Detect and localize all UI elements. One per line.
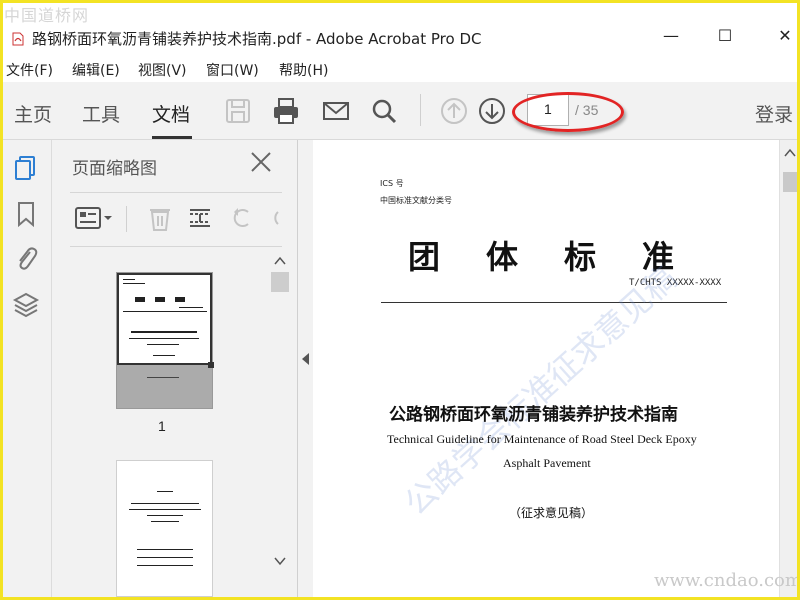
- doc-draft-label: （征求意见稿）: [509, 506, 594, 520]
- document-scroll-thumb[interactable]: [783, 172, 797, 192]
- bookmark-icon[interactable]: [12, 200, 40, 228]
- tab-tools[interactable]: 工具: [82, 100, 120, 127]
- doc-watermark: 公路学会标准征求意见稿: [397, 258, 685, 523]
- scroll-up-icon[interactable]: [784, 148, 796, 158]
- toolbar: 主页 工具 文档 1 / 35 登录: [0, 82, 800, 140]
- doc-title-english-line1: Technical Guideline for Maintenance of R…: [387, 432, 697, 446]
- collapse-arrow-icon[interactable]: [301, 352, 310, 366]
- maximize-button[interactable]: ☐: [710, 26, 740, 45]
- doc-title-english-line2: Asphalt Pavement: [503, 456, 591, 470]
- minimize-button[interactable]: —: [656, 26, 686, 45]
- pane-separator-2: [70, 246, 282, 247]
- active-tab-indicator: [152, 136, 192, 139]
- pane-separator: [70, 192, 282, 193]
- thumbnail-list: 1: [52, 248, 272, 600]
- save-icon[interactable]: [223, 96, 253, 126]
- page-thumbnail-1[interactable]: [116, 272, 214, 409]
- visible-area-box: [117, 273, 212, 365]
- document-scrollbar[interactable]: [779, 140, 800, 600]
- thumbnail-scrollbar[interactable]: [270, 254, 290, 584]
- thumbnail-options-icon[interactable]: [74, 204, 114, 232]
- pane-collapse-handle[interactable]: [298, 140, 313, 600]
- doc-classification: 中国标准文献分类号: [380, 196, 452, 205]
- delete-icon[interactable]: [146, 204, 174, 232]
- title-bar: 中国道桥网 路钢桥面环氧沥青铺装养护技术指南.pdf - Adobe Acrob…: [0, 0, 800, 56]
- attachment-icon[interactable]: [12, 244, 40, 272]
- document-page[interactable]: ICS 号 中国标准文献分类号 团体标准 T/CHTS XXXXX-XXXX 公…: [313, 140, 779, 600]
- print-icon[interactable]: [271, 96, 301, 126]
- tab-home[interactable]: 主页: [14, 100, 52, 127]
- menu-help[interactable]: 帮助(H): [279, 60, 328, 80]
- doc-title-chinese: 公路钢桥面环氧沥青铺装养护技术指南: [389, 405, 678, 425]
- doc-horizontal-rule: [381, 302, 727, 303]
- rotate-counterclockwise-icon[interactable]: [228, 204, 256, 232]
- thumbnail-shaded-region: [117, 365, 212, 408]
- rotate-clockwise-icon[interactable]: [266, 204, 282, 232]
- menu-view[interactable]: 视图(V): [138, 60, 187, 80]
- thumbnail-pane-title: 页面缩略图: [72, 159, 157, 179]
- search-icon[interactable]: [369, 96, 399, 126]
- layers-icon[interactable]: [12, 290, 40, 318]
- next-page-icon[interactable]: [477, 96, 507, 126]
- watermark-logo: 中国道桥网: [4, 6, 90, 25]
- doc-heading: 团体标准: [408, 238, 721, 276]
- email-icon[interactable]: [321, 96, 351, 126]
- menu-window[interactable]: 窗口(W): [206, 60, 259, 80]
- login-button[interactable]: 登录: [755, 100, 793, 127]
- page-thumbnail-2[interactable]: [116, 460, 213, 597]
- page-thumbnails-icon[interactable]: [12, 154, 40, 182]
- close-pane-icon[interactable]: [249, 150, 273, 174]
- insert-page-icon[interactable]: [186, 204, 214, 232]
- previous-page-icon[interactable]: [439, 96, 469, 126]
- tab-document[interactable]: 文档: [152, 100, 190, 127]
- thumbnail-pane: 页面缩略图 1: [52, 140, 298, 600]
- tools-divider: [126, 206, 127, 232]
- thumbnail-page-number: 1: [158, 418, 166, 434]
- navigation-rail: [0, 140, 52, 600]
- window-title: 路钢桥面环氧沥青铺装养护技术指南.pdf - Adobe Acrobat Pro…: [32, 30, 482, 48]
- toolbar-divider: [420, 94, 421, 126]
- menu-file[interactable]: 文件(F): [6, 60, 53, 80]
- highlight-ellipse-annotation: [512, 92, 624, 132]
- menu-bar: 文件(F) 编辑(E) 视图(V) 窗口(W) 帮助(H): [0, 56, 800, 82]
- site-watermark: www.cndao.com: [654, 570, 800, 591]
- pdf-file-icon: [12, 32, 24, 46]
- thumbnail-tools: [52, 198, 298, 242]
- close-window-button[interactable]: ✕: [770, 26, 800, 45]
- menu-edit[interactable]: 编辑(E): [72, 60, 120, 80]
- doc-ics-number: ICS 号: [380, 179, 404, 188]
